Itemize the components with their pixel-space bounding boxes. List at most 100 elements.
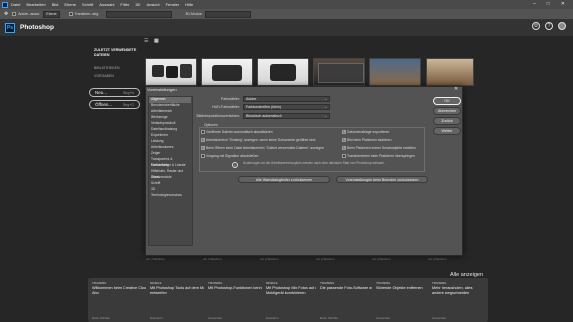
auto-update-checkbox[interactable] [201, 130, 205, 134]
minimize-icon[interactable]: – [533, 1, 536, 7]
photoshop-mini-icon [2, 1, 8, 8]
menu-3d[interactable]: 3D [135, 2, 140, 7]
card-footer: Anwenden [432, 316, 447, 320]
new-button[interactable]: Neu... Strg+N [89, 88, 140, 97]
beep-checkbox[interactable] [201, 154, 205, 158]
recent-file-thumbnail[interactable] [257, 58, 309, 86]
3d-mode-tools[interactable] [205, 10, 252, 18]
chevron-down-icon: ⌄ [324, 114, 327, 118]
show-recent-checkbox[interactable]: ✓ [201, 146, 205, 150]
category-item[interactable]: Technologievorschau [149, 193, 191, 199]
reset-prefs-button[interactable]: Voreinstellungen beim Beenden zurücksetz… [336, 176, 428, 183]
auto-select-checkbox[interactable] [12, 12, 17, 16]
category-item[interactable]: Hilfslinien, Raster und Slices [149, 169, 191, 179]
category-item[interactable]: Zusatzmodule [149, 175, 191, 181]
3d-mode-label: 3D-Modus: [185, 12, 203, 16]
menu-fenster[interactable]: Fenster [166, 2, 180, 7]
category-item[interactable]: Maßeinheiten & Lineale [149, 163, 191, 169]
move-tool-icon[interactable]: ✥ [4, 11, 8, 17]
card-footer: Erste Schritte [320, 316, 339, 320]
checkbox-label: Bild beim Platzieren skalieren [347, 138, 392, 142]
menu-bar: Datei Bearbeiten Bild Ebene Schrift Ausw… [0, 0, 573, 9]
app-header: Ps Photoshop [0, 19, 573, 36]
presets-link[interactable]: VORGABEN [94, 74, 114, 78]
skip-transform-checkbox[interactable] [342, 154, 346, 158]
cancel-button[interactable]: Abbrechen [433, 107, 461, 115]
category-item[interactable]: Verlaufsprotokoll [149, 121, 191, 127]
transform-controls-label: Transform.-strg [74, 12, 99, 16]
help-icon[interactable]: ? [545, 22, 553, 30]
checkbox-label: Geöffnete Dateien automatisch aktualisie… [206, 130, 273, 134]
options-bar: ✥ Autom.-ausw.: Ebene Transform.-strg 3D… [0, 9, 573, 19]
category-item[interactable]: Dateihandhabung [149, 127, 191, 133]
close-window-icon[interactable]: ✕ [561, 1, 565, 7]
category-item[interactable]: Arbeitsvolumes [149, 145, 191, 151]
close-icon[interactable]: ✕ [454, 86, 458, 92]
resize-on-place-checkbox[interactable]: ✓ [342, 138, 346, 142]
interpolation-select[interactable]: Bikubisch automatisch ⌄ [243, 113, 330, 119]
category-item[interactable]: Schrift [149, 181, 191, 187]
info-icon: i [232, 162, 238, 168]
app-title: Photoshop [20, 24, 54, 31]
hud-picker-value: Farbtonstreifen (klein) [246, 105, 281, 109]
auto-select-dropdown[interactable]: Ebene [43, 10, 60, 18]
export-clipboard-checkbox[interactable]: ✓ [342, 130, 346, 134]
menu-filter[interactable]: Filter [120, 2, 129, 7]
tile-date: vor 2 Wochen [260, 257, 279, 261]
hud-picker-select[interactable]: Farbtonstreifen (klein) ⌄ [243, 104, 330, 110]
ok-button[interactable]: OK [433, 97, 461, 105]
learn-card[interactable]: TRAINING Mehr herausholen, alles andere … [428, 278, 488, 322]
category-item[interactable]: 3D [149, 187, 191, 193]
maximize-icon[interactable]: □ [547, 1, 550, 7]
tile-date: vor 4 Wochen [372, 257, 391, 261]
smart-objects-checkbox[interactable]: ✓ [342, 146, 346, 150]
category-item[interactable]: Transparenz & Farbumfang [149, 157, 191, 167]
card-footer: Erste Schritte [92, 316, 111, 320]
list-view-icon[interactable]: ☰ [144, 39, 149, 44]
open-button[interactable]: Öffnen... Strg+O [89, 100, 140, 109]
checkbox-label: Arbeitsbereich "Einstieg" anzeigen, wenn… [206, 138, 316, 142]
menu-ansicht[interactable]: Ansicht [146, 2, 159, 7]
reset-warnings-button[interactable]: Alle Warndialogfelder zurücksetzen [238, 176, 330, 183]
grid-view-icon[interactable]: ▦ [154, 39, 159, 44]
recent-files-heading[interactable]: ZULETZT VERWENDETE DATEIEN [94, 48, 146, 58]
recent-file-thumbnail[interactable] [426, 58, 474, 86]
align-buttons-group[interactable] [106, 10, 173, 18]
category-item[interactable]: Zeiger [149, 151, 191, 157]
card-title: Mehr herausholen, alles andere wegschnei… [432, 286, 473, 295]
recent-file-thumbnail[interactable] [201, 58, 253, 86]
menu-ebene[interactable]: Ebene [64, 2, 76, 7]
category-item[interactable]: Leistung [149, 139, 191, 145]
tile-date: vor 4 Wochen [203, 257, 222, 261]
menu-auswahl[interactable]: Auswahl [99, 2, 114, 7]
menu-bild[interactable]: Bild [52, 2, 59, 7]
next-button[interactable]: Weiter [433, 127, 461, 135]
libraries-link[interactable]: BIBLIOTHEKEN [94, 66, 119, 70]
menu-bearbeiten[interactable]: Bearbeiten [26, 2, 45, 7]
photoshop-logo: Ps [5, 22, 15, 33]
tile-date: vor 4 Wochen [428, 257, 447, 261]
prev-button[interactable]: Zurück [433, 117, 461, 125]
checkbox-label: Zwischenablage exportieren [347, 130, 390, 134]
info-text: Änderungen an der Arbeitsbereichsoption … [243, 161, 385, 165]
transform-checkbox[interactable] [68, 12, 73, 16]
category-item[interactable]: Exportieren [149, 133, 191, 139]
recent-file-thumbnail[interactable] [369, 58, 421, 86]
color-picker-label: Farbwähler: [221, 97, 240, 101]
tile-date: vor 4 Wochen [146, 257, 165, 261]
avatar[interactable] [558, 22, 566, 30]
show-start-checkbox[interactable]: ✓ [201, 138, 205, 142]
color-picker-select[interactable]: Adobe ⌄ [243, 96, 330, 102]
card-footer: Erweitern [266, 316, 279, 320]
menu-hilfe[interactable]: Hilfe [185, 2, 193, 7]
card-footer: Erweitern [150, 316, 163, 320]
menu-schrift[interactable]: Schrift [82, 2, 93, 7]
checkbox-label: Vorgang mit Signalton abschließen [206, 154, 259, 158]
open-shortcut: Strg+O [122, 103, 134, 107]
menu-datei[interactable]: Datei [11, 2, 20, 7]
recent-file-thumbnail[interactable] [313, 58, 365, 86]
recent-file-thumbnail[interactable] [145, 58, 197, 86]
settings-gear-icon[interactable]: ⚙ [532, 22, 540, 30]
options-title: Optionen [203, 123, 219, 127]
checkbox-label: Beim Öffnen einer Datei Arbeitsbereich "… [206, 146, 324, 150]
